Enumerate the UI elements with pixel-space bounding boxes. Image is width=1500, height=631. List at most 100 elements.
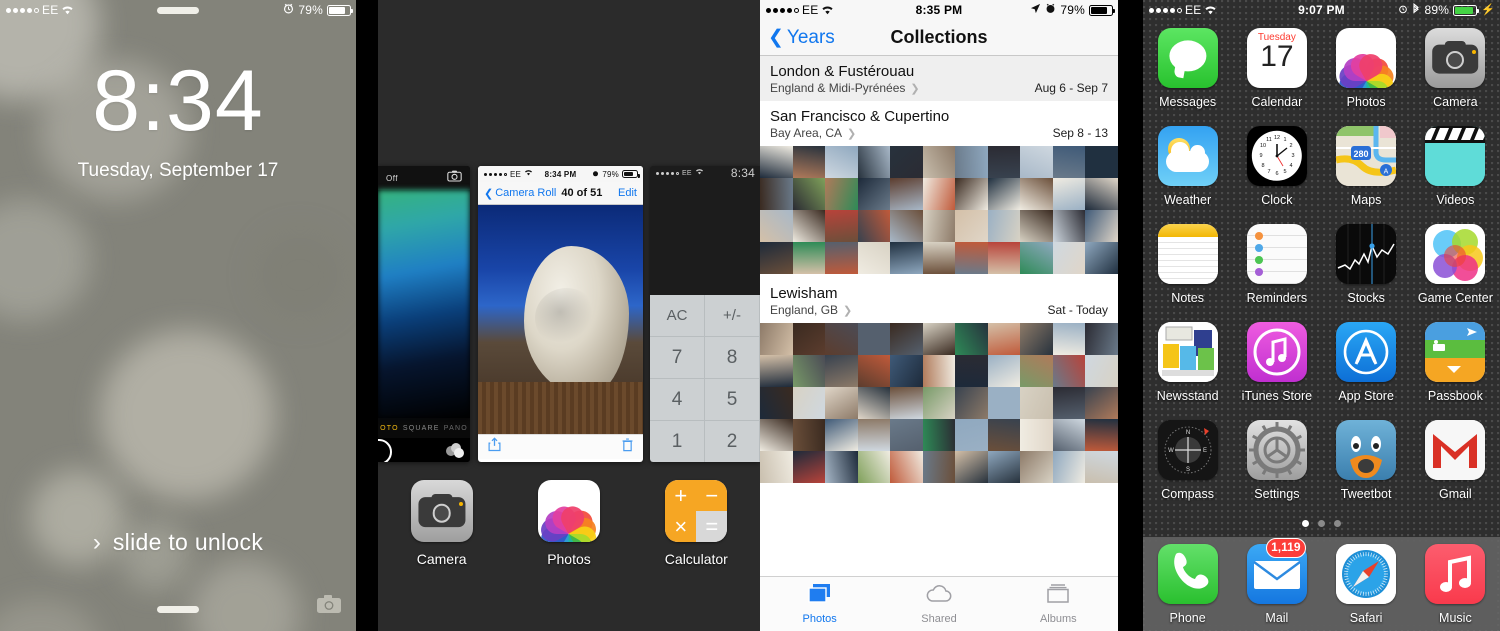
photo-thumbnail[interactable] — [955, 451, 988, 483]
photo-thumbnail[interactable] — [857, 242, 891, 274]
photo-thumbnail[interactable] — [857, 178, 891, 210]
home-app-tweetbot[interactable]: Tweetbot — [1322, 414, 1411, 512]
photo-thumbnail[interactable] — [987, 146, 1021, 178]
game-center-icon[interactable] — [1425, 224, 1486, 284]
photo-thumbnail[interactable] — [890, 146, 923, 178]
camera-icon[interactable] — [316, 594, 342, 619]
photo-thumbnail[interactable] — [955, 146, 988, 178]
photo-thumbnail[interactable] — [955, 210, 988, 242]
photo-thumbnail[interactable] — [1020, 323, 1053, 355]
home-app-camera[interactable]: Camera — [1411, 22, 1500, 120]
photo-thumbnail[interactable] — [922, 355, 956, 387]
collection-header-london[interactable]: London & Fustérouau England & Midi-Pyrén… — [760, 56, 1118, 101]
filters-icon[interactable] — [446, 443, 464, 458]
home-app-stocks[interactable]: Stocks — [1322, 218, 1411, 316]
home-app-compass[interactable]: N S W E Compass — [1143, 414, 1232, 512]
photo-thumbnail[interactable] — [825, 178, 858, 210]
photo-thumbnail[interactable] — [955, 355, 988, 387]
photo-thumbnail[interactable] — [1052, 451, 1086, 483]
photo-thumbnail[interactable] — [1020, 355, 1053, 387]
photo-thumbnail[interactable] — [760, 419, 793, 451]
photo-thumbnail[interactable] — [955, 419, 988, 451]
photo-thumbnail[interactable] — [825, 387, 858, 419]
home-app-notes[interactable]: Notes — [1143, 218, 1232, 316]
photo-thumbnail[interactable] — [825, 323, 858, 355]
photo-thumbnail[interactable] — [857, 387, 891, 419]
photo-thumbnail[interactable] — [890, 242, 923, 274]
tab-albums[interactable]: Albums — [999, 583, 1118, 625]
calc-key-2[interactable]: 2 — [705, 421, 760, 462]
home-app-settings[interactable]: Settings — [1232, 414, 1321, 512]
photo-thumbnail[interactable] — [987, 451, 1021, 483]
photo-thumbnail[interactable] — [1020, 387, 1053, 419]
home-app-game-center[interactable]: Game Center — [1411, 218, 1500, 316]
photo-thumbnail[interactable] — [857, 210, 891, 242]
photo-thumbnail[interactable] — [825, 242, 858, 274]
photo-thumbnail[interactable] — [792, 210, 826, 242]
photo-thumbnail[interactable] — [792, 387, 826, 419]
trash-icon[interactable] — [622, 437, 633, 457]
chevron-right-icon[interactable]: ❯ — [910, 82, 919, 95]
calc-key-ac[interactable]: AC — [650, 295, 705, 337]
photo-thumbnail[interactable] — [1052, 242, 1086, 274]
photo-thumbnail[interactable] — [1020, 210, 1053, 242]
home-app-maps[interactable]: 280 A Maps — [1322, 120, 1411, 218]
reminders-icon[interactable] — [1246, 224, 1307, 284]
photo-thumbnail[interactable] — [987, 355, 1021, 387]
photo-thumbnail[interactable] — [792, 451, 826, 483]
itunes-store-icon[interactable] — [1246, 322, 1307, 382]
photo-thumbnail[interactable] — [1020, 242, 1053, 274]
dock-app-music[interactable]: Music — [1411, 543, 1500, 625]
newsstand-icon[interactable] — [1157, 322, 1218, 382]
home-app-clock[interactable]: 12 1 2 3 4 5 6 7 8 9 10 11 Clock — [1232, 120, 1321, 218]
page-dot[interactable] — [1318, 520, 1325, 527]
home-app-app-store[interactable]: App Store — [1322, 316, 1411, 414]
music-icon[interactable] — [1425, 543, 1486, 604]
photo-thumbnail[interactable] — [792, 323, 826, 355]
photo-thumbnail[interactable] — [1085, 210, 1118, 242]
photo-thumbnail[interactable] — [1085, 451, 1118, 483]
camera-mode-photo[interactable]: OTO — [380, 425, 399, 432]
calc-key-7[interactable]: 7 — [650, 337, 705, 379]
photo-thumbnail[interactable] — [955, 178, 988, 210]
collection-header-lewisham[interactable]: Lewisham England, GB ❯ Sat - Today — [760, 278, 1118, 323]
slide-to-unlock[interactable]: › slide to unlock — [0, 529, 356, 556]
photos-tab-bar[interactable]: Photos Shared Albums — [760, 576, 1118, 631]
photo-thumbnail[interactable] — [987, 178, 1021, 210]
weather-icon[interactable] — [1157, 126, 1218, 186]
back-button[interactable]: ❮ Camera Roll — [484, 187, 556, 200]
safari-icon[interactable] — [1336, 543, 1397, 604]
tweetbot-icon[interactable] — [1336, 420, 1397, 480]
shutter-button[interactable] — [378, 439, 392, 462]
photo-thumbnail[interactable] — [987, 210, 1021, 242]
home-app-reminders[interactable]: Reminders — [1232, 218, 1321, 316]
notes-icon[interactable] — [1157, 224, 1218, 284]
photo-thumbnail[interactable] — [1020, 146, 1053, 178]
photo-thumbnail[interactable] — [955, 242, 988, 274]
photo-thumbnail[interactable] — [857, 355, 891, 387]
photo-thumbnail[interactable] — [922, 387, 956, 419]
photo-thumbnail[interactable] — [890, 210, 923, 242]
photo-thumbnail[interactable] — [857, 146, 891, 178]
photo-thumbnail[interactable] — [922, 242, 956, 274]
photo-thumbnail[interactable] — [825, 355, 858, 387]
photo-thumbnail[interactable] — [1085, 355, 1118, 387]
dock-app-phone[interactable]: Phone — [1143, 543, 1232, 625]
clock-icon[interactable]: 12 1 2 3 4 5 6 7 8 9 10 11 — [1246, 126, 1307, 186]
photo-thumbnail[interactable] — [825, 210, 858, 242]
photo-thumbnail[interactable] — [1020, 178, 1053, 210]
tab-shared[interactable]: Shared — [879, 583, 998, 625]
photo-thumbnail[interactable] — [760, 178, 793, 210]
photo-thumbnail[interactable] — [760, 323, 793, 355]
photo-thumbnail[interactable] — [890, 387, 923, 419]
calc-key-plusminus[interactable]: +/- — [705, 295, 760, 337]
messages-icon[interactable] — [1157, 28, 1218, 88]
photo-thumbnail[interactable] — [1020, 451, 1053, 483]
home-app-photos[interactable]: Photos — [1322, 22, 1411, 120]
photo-thumbnail[interactable] — [760, 451, 793, 483]
calculator-keypad[interactable]: AC +/- 7 8 4 5 1 2 0 — [650, 295, 760, 462]
calculator-app-icon[interactable]: + − × = — [665, 480, 728, 542]
app-store-icon[interactable] — [1336, 322, 1397, 382]
camera-app-card[interactable]: Off OTO SQUARE PANO — [378, 166, 470, 462]
home-app-videos[interactable]: Videos — [1411, 120, 1500, 218]
